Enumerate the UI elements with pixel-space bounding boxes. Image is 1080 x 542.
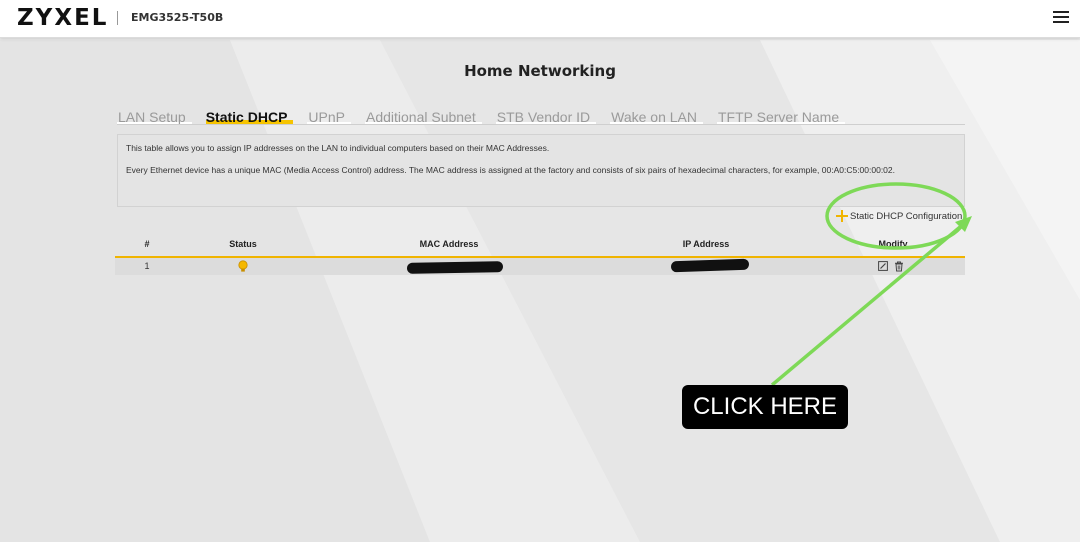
col-mac-address: MAC Address — [419, 239, 479, 249]
tab-wake-on-lan[interactable]: Wake on LAN — [610, 109, 703, 125]
info-panel: This table allows you to assign IP addre… — [117, 134, 965, 207]
col-modify: Modify — [878, 239, 908, 249]
col-status: Status — [229, 239, 257, 249]
table-row: 1 — [115, 258, 965, 275]
hamburger-icon[interactable] — [1053, 11, 1069, 25]
tab-tftp-server-name[interactable]: TFTP Server Name — [717, 109, 846, 125]
tab-bar: LAN Setup Static DHCP UPnP Additional Su… — [117, 109, 859, 125]
trash-icon[interactable] — [894, 261, 904, 272]
mac-address-redacted — [406, 261, 504, 274]
device-model: EMG3525-T50B — [131, 11, 224, 24]
static-dhcp-table: # Status MAC Address IP Address Modify 1 — [115, 236, 965, 275]
tab-divider — [117, 124, 965, 125]
col-ip-address: IP Address — [682, 239, 730, 249]
add-static-dhcp-button[interactable]: Static DHCP Configuration — [836, 210, 962, 222]
info-text-2: Every Ethernet device has a unique MAC (… — [126, 165, 896, 175]
ip-address-redacted — [670, 258, 750, 273]
click-here-callout: CLICK HERE — [682, 385, 848, 429]
tab-lan-setup[interactable]: LAN Setup — [117, 109, 192, 125]
table-header: # Status MAC Address IP Address Modify — [115, 236, 965, 258]
plus-icon — [836, 210, 848, 222]
header-divider — [117, 11, 118, 25]
bulb-icon — [238, 260, 248, 272]
tab-static-dhcp[interactable]: Static DHCP — [205, 109, 294, 125]
zyxel-logo: ZYXEL — [17, 5, 109, 31]
info-text-1: This table allows you to assign IP addre… — [126, 143, 550, 153]
row-index: 1 — [144, 261, 150, 271]
col-index: # — [144, 239, 150, 249]
tab-additional-subnet[interactable]: Additional Subnet — [364, 109, 482, 125]
edit-icon[interactable] — [878, 261, 888, 271]
page-title: Home Networking — [464, 62, 616, 80]
top-bar: ZYXEL EMG3525-T50B — [0, 0, 1080, 38]
tab-stb-vendor-id[interactable]: STB Vendor ID — [495, 109, 597, 125]
tab-upnp[interactable]: UPnP — [307, 109, 351, 125]
add-static-dhcp-label: Static DHCP Configuration — [850, 210, 963, 222]
